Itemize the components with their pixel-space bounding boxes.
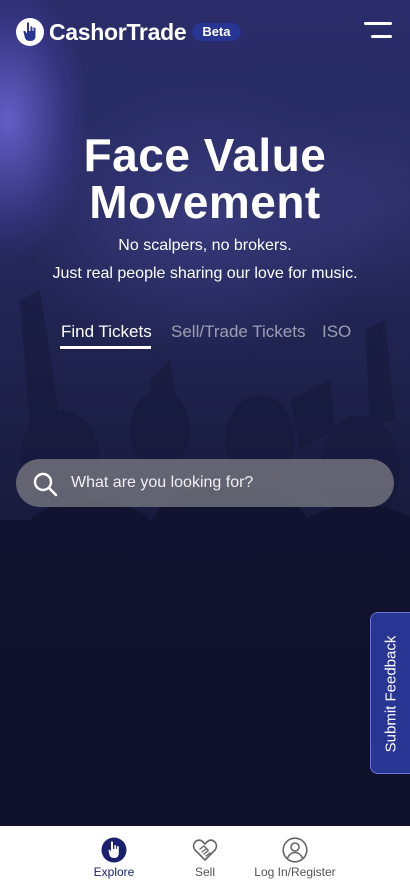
user-icon [282,837,308,863]
nav-sell[interactable]: Sell [180,826,230,892]
tab-iso[interactable]: ISO [322,322,351,342]
brand-logo[interactable]: CashorTrade Beta [16,18,241,46]
nav-sell-label: Sell [194,865,215,879]
search-bar[interactable] [16,459,394,507]
handshake-icon [192,839,218,861]
search-input[interactable] [71,459,381,507]
feedback-label: Submit Feedback [382,635,400,753]
explore-icon [101,837,127,863]
beta-badge: Beta [192,23,241,41]
hero-headline: Face Value Movement [0,132,410,226]
nav-login-register[interactable]: Log In/Register [250,826,340,892]
bottom-navigation: Explore Sell Log In/Register [0,826,410,892]
app-page: CashorTrade Beta Face Value Movement No … [0,0,410,892]
top-header: CashorTrade Beta [0,0,410,64]
tab-find-tickets[interactable]: Find Tickets [61,322,152,342]
crowd-silhouette [0,290,410,826]
search-icon [33,472,58,497]
tab-sell-trade-tickets[interactable]: Sell/Trade Tickets [171,322,305,342]
menu-bar-bottom [371,35,392,38]
headline-line-2: Movement [89,176,321,228]
menu-bar-top [364,22,392,25]
hero-subline-1: No scalpers, no brokers. [118,237,292,254]
submit-feedback-button[interactable]: Submit Feedback [370,612,410,774]
ticket-tabs: Find Tickets Sell/Trade Tickets ISO [0,322,410,352]
hero-subline-2: Just real people sharing our love for mu… [52,265,358,282]
headline-line-1: Face Value [83,129,327,181]
nav-login-register-label: Log In/Register [254,865,336,879]
logo-hand-icon [16,18,44,46]
brand-name: CashorTrade [49,18,187,45]
hero-background [0,0,410,826]
active-tab-indicator [60,346,151,349]
menu-button[interactable] [364,22,394,42]
nav-explore-label: Explore [93,865,135,879]
nav-explore[interactable]: Explore [84,826,144,892]
